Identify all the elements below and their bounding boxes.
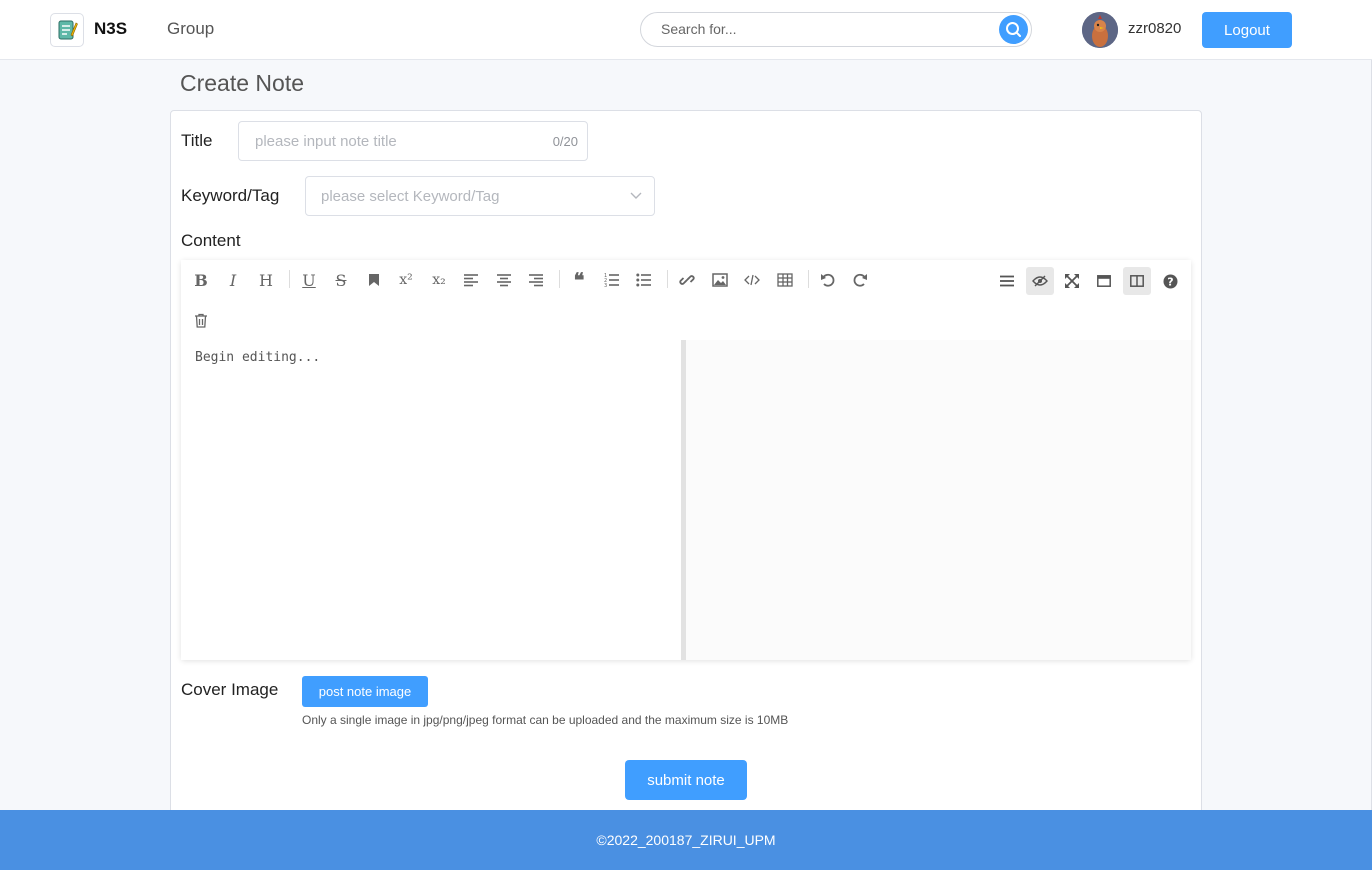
toolbar-divider — [808, 270, 809, 288]
navigation-icon[interactable] — [993, 267, 1021, 295]
editor-toolbar: B I H U S x² x₂ ❝ 123 ? — [181, 260, 1191, 340]
heading-icon[interactable]: H — [252, 266, 280, 294]
split-view-icon[interactable] — [1123, 267, 1151, 295]
markdown-editor: B I H U S x² x₂ ❝ 123 ? Begin editing... — [181, 260, 1191, 660]
align-right-icon[interactable] — [522, 266, 550, 294]
superscript-icon[interactable]: x² — [392, 266, 420, 294]
content-label: Content — [181, 231, 241, 250]
tag-select[interactable]: please select Keyword/Tag — [305, 176, 655, 216]
post-image-button[interactable]: post note image — [302, 676, 428, 707]
cover-image-hint: Only a single image in jpg/png/jpeg form… — [302, 713, 789, 727]
logout-button[interactable]: Logout — [1202, 12, 1292, 48]
username: zzr0820 — [1128, 20, 1182, 37]
toolbar-divider — [289, 270, 290, 288]
image-icon[interactable] — [706, 266, 734, 294]
svg-text:?: ? — [1167, 275, 1173, 288]
subscript-icon[interactable]: x₂ — [425, 266, 453, 294]
window-icon[interactable] — [1090, 267, 1118, 295]
title-field: 0/20 — [238, 121, 588, 161]
bold-icon[interactable]: B — [187, 266, 215, 294]
chevron-down-icon — [630, 192, 642, 199]
top-header: N3S Group zzr0820 Logout — [0, 0, 1372, 60]
preview-toggle-icon[interactable] — [1026, 267, 1054, 295]
table-icon[interactable] — [771, 266, 799, 294]
brand-name[interactable]: N3S — [94, 19, 127, 39]
editor-textarea[interactable] — [195, 350, 665, 650]
help-icon[interactable]: ? — [1156, 267, 1184, 295]
unordered-list-icon[interactable] — [630, 266, 658, 294]
submit-note-button[interactable]: submit note — [625, 760, 747, 800]
logo[interactable] — [50, 13, 84, 47]
search-bar — [640, 12, 1032, 47]
ordered-list-icon[interactable]: 123 — [598, 266, 626, 294]
chicken-avatar-icon — [1082, 12, 1118, 48]
editor-input-pane — [181, 340, 681, 660]
cover-image-label: Cover Image — [181, 680, 279, 699]
link-icon[interactable] — [673, 266, 701, 294]
search-icon — [1006, 22, 1021, 37]
underline-icon[interactable]: U — [295, 266, 323, 294]
notepad-icon — [58, 20, 78, 40]
strikethrough-icon[interactable]: S — [327, 266, 355, 294]
title-input[interactable] — [255, 133, 535, 150]
undo-icon[interactable] — [814, 266, 842, 294]
tag-label: Keyword/Tag — [181, 186, 280, 205]
quote-icon[interactable]: ❝ — [565, 266, 593, 294]
tag-select-placeholder: please select Keyword/Tag — [321, 188, 500, 205]
code-icon[interactable] — [738, 266, 766, 294]
footer: ©2022_200187_ZIRUI_UPM — [0, 810, 1372, 870]
search-button[interactable] — [999, 15, 1028, 44]
align-left-icon[interactable] — [457, 266, 485, 294]
search-input[interactable] — [661, 21, 981, 37]
bookmark-icon[interactable] — [360, 266, 388, 294]
page-title: Create Note — [180, 70, 305, 96]
toolbar-divider — [559, 270, 560, 288]
nav-group-link[interactable]: Group — [167, 19, 214, 39]
avatar[interactable] — [1082, 12, 1118, 48]
redo-icon[interactable] — [846, 266, 874, 294]
editor-preview-pane — [686, 340, 1191, 660]
fullscreen-icon[interactable] — [1058, 267, 1086, 295]
trash-icon[interactable] — [187, 306, 215, 334]
title-label: Title — [181, 131, 213, 150]
copyright-text: ©2022_200187_ZIRUI_UPM — [596, 832, 776, 848]
svg-text:3: 3 — [604, 283, 607, 287]
align-center-icon[interactable] — [490, 266, 518, 294]
title-char-counter: 0/20 — [552, 134, 578, 149]
italic-icon[interactable]: I — [219, 266, 247, 294]
toolbar-divider — [667, 270, 668, 288]
